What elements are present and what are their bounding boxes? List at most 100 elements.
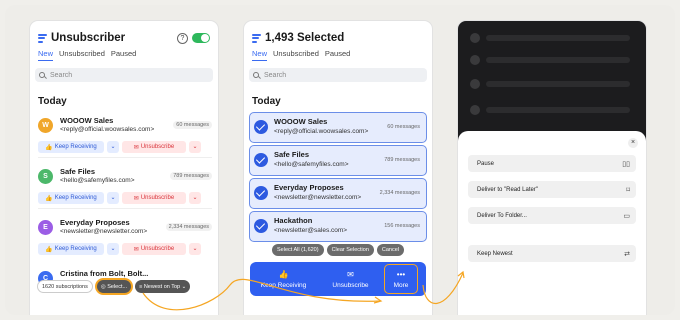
dimmed-row	[486, 57, 630, 63]
read-later-option[interactable]: Deliver to "Read Later" ⌑	[468, 181, 636, 198]
sender-email: <newsletter@newsletter.com>	[274, 194, 362, 201]
sort-label: Newest on Top	[143, 283, 181, 290]
bookmark-icon: ⌑	[626, 186, 630, 194]
chevron-down-icon[interactable]: ⌄	[107, 243, 119, 255]
sender-name: Everyday Proposes	[274, 183, 344, 192]
search-placeholder: Search	[264, 71, 287, 79]
chevron-down-icon[interactable]: ⌄	[189, 141, 201, 153]
dimmed-row-icon	[470, 79, 480, 89]
sender-email: <newsletter@sales.com>	[274, 227, 348, 234]
option-label: Keep Newest	[477, 250, 513, 257]
header: Unsubscriber ?	[38, 31, 210, 45]
options-sheet: × Pause ▯▯ Deliver to "Read Later" ⌑ Deliv…	[458, 131, 646, 315]
thumb-up-icon: 👍	[45, 246, 53, 253]
app-logo-icon	[38, 33, 47, 43]
pause-option[interactable]: Pause ▯▯	[468, 155, 636, 172]
checkmark-icon[interactable]	[254, 186, 268, 200]
no-mail-icon: ✉	[133, 195, 139, 202]
swap-icon: ⇄	[624, 250, 630, 258]
option-label: Deliver to "Read Later"	[477, 186, 538, 193]
selected-list-item[interactable]: WOOOW Sales <reply@official.woowsales.co…	[249, 112, 427, 143]
list-item: S Safe Files <hello@safemyfiles.com> 789…	[38, 167, 212, 213]
selection-panel: 1,493 Selected New Unsubscribed Paused S…	[244, 21, 432, 315]
unsubscribe-button[interactable]: ✉ Unsubscribe	[122, 192, 186, 204]
option-label: Pause	[477, 160, 495, 167]
selected-list-item[interactable]: Hackathon <newsletter@sales.com> 156 mes…	[249, 211, 427, 242]
avatar: W	[38, 118, 53, 133]
enable-toggle[interactable]	[192, 33, 210, 43]
chevron-down-icon[interactable]: ⌄	[107, 192, 119, 204]
keep-receiving-button[interactable]: 👍 Keep Receiving	[38, 141, 104, 153]
no-mail-icon: ✉	[133, 144, 139, 151]
help-icon[interactable]: ?	[177, 32, 188, 44]
chevron-down-icon[interactable]: ⌄	[189, 243, 201, 255]
sender-email: <newsletter@newsletter.com>	[60, 228, 148, 235]
keep-receiving-button[interactable]: 👍 Keep Receiving	[38, 243, 104, 255]
no-mail-icon: ✉	[347, 269, 354, 279]
selected-list-item[interactable]: Everyday Proposes <newsletter@newsletter…	[249, 178, 427, 209]
divider	[38, 208, 212, 209]
sort-dropdown[interactable]: ≡ Newest on Top ⌄	[135, 280, 191, 293]
search-input[interactable]: Search	[249, 68, 427, 82]
sender-email: <reply@official.woowsales.com>	[60, 126, 155, 133]
unsubscribe-button[interactable]: ✉ Unsubscribe	[122, 141, 186, 153]
chevron-down-icon[interactable]: ⌄	[107, 141, 119, 153]
folder-icon: ▭	[623, 212, 630, 220]
keep-receiving-button[interactable]: 👍 Keep Receiving	[38, 192, 104, 204]
checkmark-icon[interactable]	[254, 153, 268, 167]
tab-new[interactable]: New	[38, 49, 54, 61]
keep-label: Keep Receiving	[54, 195, 97, 201]
search-icon	[253, 72, 259, 78]
pause-icon: ▯▯	[622, 160, 630, 168]
dimmed-row	[486, 35, 630, 41]
tab-paused[interactable]: Paused	[111, 49, 136, 61]
more-action[interactable]: ••• More	[384, 264, 418, 294]
folder-option[interactable]: Deliver To Folder... ▭	[468, 207, 636, 224]
keep-receiving-action[interactable]: 👍 Keep Receiving	[250, 270, 317, 289]
unsubscribe-action[interactable]: ✉ Unsubscribe	[317, 270, 384, 289]
search-input[interactable]: Search	[35, 68, 213, 82]
tab-unsubscribed[interactable]: Unsubscribed	[273, 49, 319, 61]
dimmed-row	[486, 107, 630, 113]
more-dots-icon: •••	[396, 270, 406, 279]
tab-new[interactable]: New	[252, 49, 268, 61]
app-title: Unsubscriber	[51, 32, 126, 44]
selected-list-item[interactable]: Safe Files <hello@safemyfiles.com> 789 m…	[249, 145, 427, 176]
checkmark-icon[interactable]	[254, 219, 268, 233]
sender-name: Everyday Proposes	[60, 218, 130, 227]
app-logo-icon	[252, 33, 261, 43]
more-action-label: More	[393, 282, 409, 289]
select-button[interactable]: ◎ Select...	[96, 280, 132, 293]
tab-paused[interactable]: Paused	[325, 49, 350, 61]
list-bottom-bar: 1620 subscriptions ◎ Select... ≡ Newest …	[37, 280, 191, 293]
select-all-button[interactable]: Select All (1,620)	[272, 244, 324, 256]
sender-name: Cristina from Bolt, Bolt...	[60, 269, 149, 278]
close-icon[interactable]: ×	[628, 138, 638, 148]
message-count-badge: 156 messages	[384, 223, 420, 229]
cancel-button[interactable]: Cancel	[376, 244, 404, 256]
tab-unsubscribed[interactable]: Unsubscribed	[59, 49, 105, 61]
sender-email: <hello@safemyfiles.com>	[60, 177, 135, 184]
search-icon	[39, 72, 45, 78]
clear-selection-button[interactable]: Clear Selection	[326, 244, 374, 256]
chevron-down-icon: ⌄	[180, 283, 187, 290]
message-count-badge: 2,334 messages	[165, 223, 212, 231]
chevron-down-icon[interactable]: ⌄	[189, 192, 201, 204]
sender-name: Hackathon	[274, 216, 313, 225]
dimmed-row	[486, 81, 630, 87]
search-placeholder: Search	[50, 71, 73, 79]
section-heading: Today	[38, 96, 67, 107]
avatar: S	[38, 169, 53, 184]
select-label: Select...	[107, 283, 128, 290]
keep-label: Keep Receiving	[54, 246, 97, 252]
sender-name: WOOOW Sales	[60, 116, 114, 125]
tabs: New Unsubscribed Paused	[38, 49, 136, 61]
avatar: E	[38, 220, 53, 235]
more-options-panel: × Pause ▯▯ Deliver to "Read Later" ⌑ Deliv…	[458, 21, 646, 315]
unsubscribe-button[interactable]: ✉ Unsubscribe	[122, 243, 186, 255]
checkmark-icon[interactable]	[254, 120, 268, 134]
sender-name: Safe Files	[274, 150, 310, 159]
selected-count-title: 1,493 Selected	[265, 32, 345, 44]
subscriptions-count: 1620 subscriptions	[37, 280, 93, 293]
keep-newest-option[interactable]: Keep Newest ⇄	[468, 245, 636, 262]
